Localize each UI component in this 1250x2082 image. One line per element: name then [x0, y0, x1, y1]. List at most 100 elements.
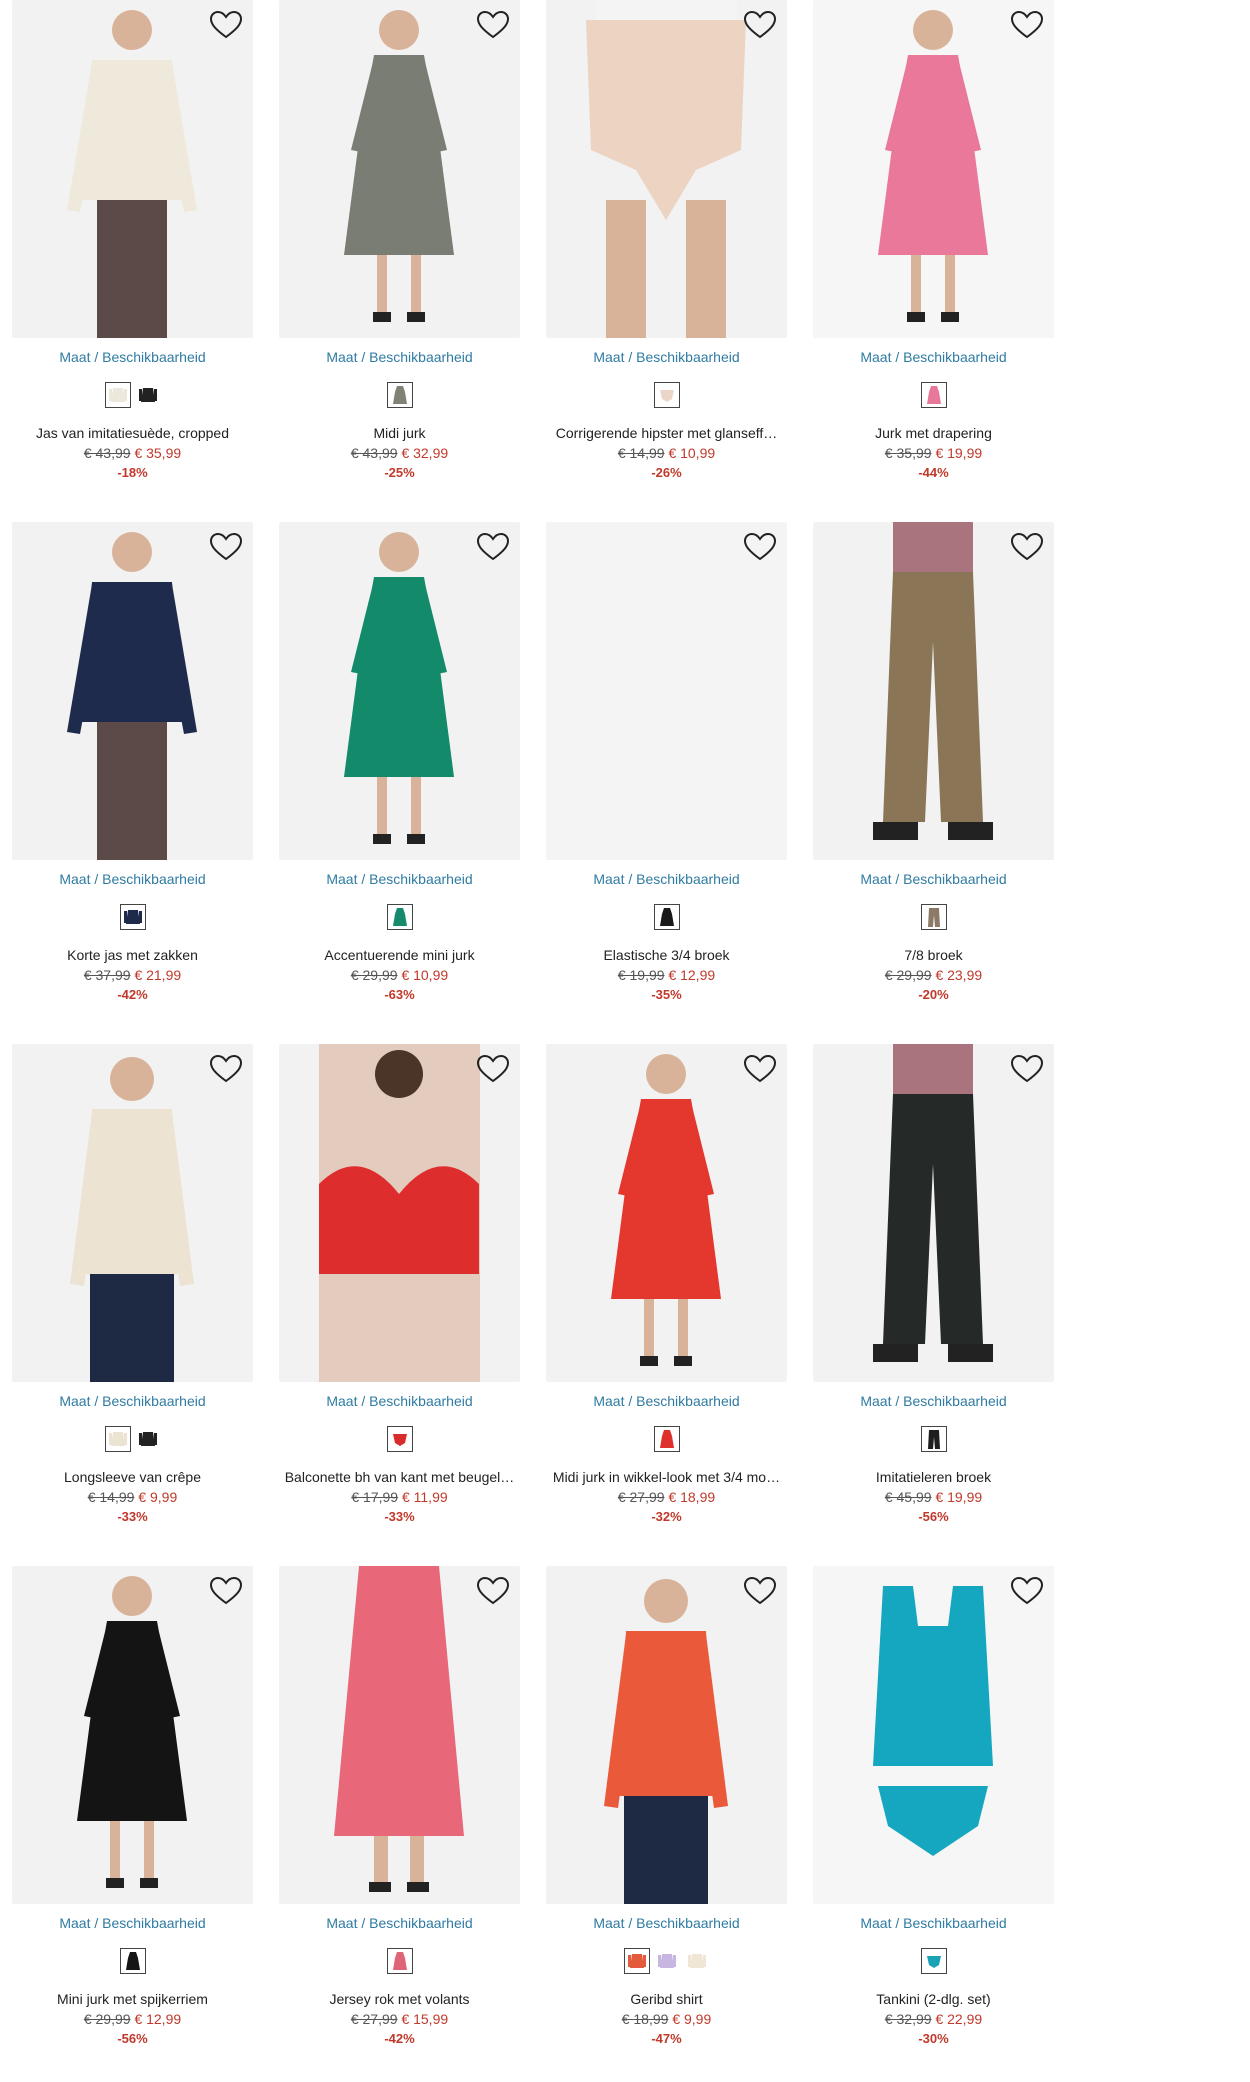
product-image[interactable]	[12, 1044, 253, 1382]
product-image[interactable]	[12, 1566, 253, 1904]
color-swatch[interactable]	[104, 1426, 131, 1452]
product-card[interactable]: Maat / Beschikbaarheid Tankini (2-dlg. se…	[813, 1566, 1054, 2066]
size-availability-link[interactable]: Maat / Beschikbaarheid	[279, 1393, 520, 1409]
color-swatch[interactable]	[920, 1948, 947, 1974]
product-card[interactable]: Maat / Beschikbaarheid Accentuerende mini…	[279, 522, 520, 1022]
product-title[interactable]: Longsleeve van crêpe	[12, 1469, 253, 1485]
color-swatch[interactable]	[134, 382, 161, 408]
product-image[interactable]	[12, 0, 253, 338]
product-card[interactable]: Maat / Beschikbaarheid Korte jas met zakk…	[12, 522, 253, 1022]
product-card[interactable]: Maat / Beschikbaarheid Geribd shirt € 18,9…	[546, 1566, 787, 2066]
product-card[interactable]: Maat / Beschikbaarheid Midi jurk € 43,99 €…	[279, 0, 520, 500]
product-title[interactable]: Mini jurk met spijkerriem	[12, 1991, 253, 2007]
product-image[interactable]	[12, 522, 253, 860]
product-image[interactable]	[279, 1044, 520, 1382]
size-availability-link[interactable]: Maat / Beschikbaarheid	[546, 871, 787, 887]
size-availability-link[interactable]: Maat / Beschikbaarheid	[279, 871, 520, 887]
color-swatch[interactable]	[653, 382, 680, 408]
color-swatch[interactable]	[134, 1426, 161, 1452]
product-title[interactable]: 7/8 broek	[813, 947, 1054, 963]
product-image[interactable]	[279, 1566, 520, 1904]
product-image[interactable]	[546, 0, 787, 338]
wishlist-heart-icon[interactable]	[743, 10, 777, 40]
product-card[interactable]: Maat / Beschikbaarheid Imitatieleren broe…	[813, 1044, 1054, 1544]
size-availability-link[interactable]: Maat / Beschikbaarheid	[546, 1915, 787, 1931]
product-title[interactable]: Jas van imitatiesuède, cropped	[12, 425, 253, 441]
product-title[interactable]: Korte jas met zakken	[12, 947, 253, 963]
product-image[interactable]	[279, 522, 520, 860]
color-swatch[interactable]	[920, 382, 947, 408]
product-title[interactable]: Imitatieleren broek	[813, 1469, 1054, 1485]
color-swatch[interactable]	[920, 1426, 947, 1452]
product-image[interactable]	[279, 0, 520, 338]
size-availability-link[interactable]: Maat / Beschikbaarheid	[12, 349, 253, 365]
wishlist-heart-icon[interactable]	[476, 1576, 510, 1606]
wishlist-heart-icon[interactable]	[209, 10, 243, 40]
color-swatch[interactable]	[653, 904, 680, 930]
color-swatch[interactable]	[653, 1426, 680, 1452]
wishlist-heart-icon[interactable]	[1010, 532, 1044, 562]
product-image[interactable]	[813, 1566, 1054, 1904]
size-availability-link[interactable]: Maat / Beschikbaarheid	[12, 871, 253, 887]
wishlist-heart-icon[interactable]	[476, 1054, 510, 1084]
wishlist-heart-icon[interactable]	[209, 1576, 243, 1606]
size-availability-link[interactable]: Maat / Beschikbaarheid	[12, 1393, 253, 1409]
product-image[interactable]	[546, 1566, 787, 1904]
product-title[interactable]: Balconette bh van kant met beugel…	[279, 1469, 520, 1485]
color-swatch[interactable]	[386, 1948, 413, 1974]
size-availability-link[interactable]: Maat / Beschikbaarheid	[12, 1915, 253, 1931]
size-availability-link[interactable]: Maat / Beschikbaarheid	[279, 349, 520, 365]
product-card[interactable]: Maat / Beschikbaarheid Longsleeve van crê…	[12, 1044, 253, 1544]
color-swatch[interactable]	[386, 904, 413, 930]
product-card[interactable]: Maat / Beschikbaarheid Mini jurk met spij…	[12, 1566, 253, 2066]
color-swatch[interactable]	[683, 1948, 710, 1974]
color-swatch[interactable]	[104, 382, 131, 408]
product-title[interactable]: Corrigerende hipster met glanseff…	[546, 425, 787, 441]
product-image[interactable]	[546, 1044, 787, 1382]
size-availability-link[interactable]: Maat / Beschikbaarheid	[546, 1393, 787, 1409]
size-availability-link[interactable]: Maat / Beschikbaarheid	[279, 1915, 520, 1931]
product-card[interactable]: Maat / Beschikbaarheid Jas van imitatiesu…	[12, 0, 253, 500]
product-image[interactable]	[813, 522, 1054, 860]
size-availability-link[interactable]: Maat / Beschikbaarheid	[813, 1915, 1054, 1931]
wishlist-heart-icon[interactable]	[209, 1054, 243, 1084]
product-card[interactable]: Maat / Beschikbaarheid Jurk met drapering…	[813, 0, 1054, 500]
color-swatch[interactable]	[119, 904, 146, 930]
wishlist-heart-icon[interactable]	[1010, 1054, 1044, 1084]
color-swatch[interactable]	[386, 382, 413, 408]
wishlist-heart-icon[interactable]	[743, 532, 777, 562]
wishlist-heart-icon[interactable]	[476, 532, 510, 562]
product-title[interactable]: Accentuerende mini jurk	[279, 947, 520, 963]
product-image[interactable]	[546, 522, 787, 860]
wishlist-heart-icon[interactable]	[209, 532, 243, 562]
product-card[interactable]: Maat / Beschikbaarheid Corrigerende hipst…	[546, 0, 787, 500]
wishlist-heart-icon[interactable]	[476, 10, 510, 40]
product-title[interactable]: Midi jurk in wikkel-look met 3/4 mo…	[546, 1469, 787, 1485]
product-title[interactable]: Midi jurk	[279, 425, 520, 441]
product-image[interactable]	[813, 0, 1054, 338]
product-card[interactable]: Maat / Beschikbaarheid Elastische 3/4 bro…	[546, 522, 787, 1022]
product-title[interactable]: Geribd shirt	[546, 1991, 787, 2007]
product-card[interactable]: Maat / Beschikbaarheid Balconette bh van …	[279, 1044, 520, 1544]
color-swatch[interactable]	[623, 1948, 650, 1974]
product-card[interactable]: Maat / Beschikbaarheid 7/8 broek € 29,99 €…	[813, 522, 1054, 1022]
product-card[interactable]: Maat / Beschikbaarheid Jersey rok met vol…	[279, 1566, 520, 2066]
wishlist-heart-icon[interactable]	[743, 1576, 777, 1606]
color-swatch[interactable]	[386, 1426, 413, 1452]
product-title[interactable]: Elastische 3/4 broek	[546, 947, 787, 963]
size-availability-link[interactable]: Maat / Beschikbaarheid	[813, 1393, 1054, 1409]
product-image[interactable]	[813, 1044, 1054, 1382]
size-availability-link[interactable]: Maat / Beschikbaarheid	[813, 871, 1054, 887]
product-title[interactable]: Jersey rok met volants	[279, 1991, 520, 2007]
product-card[interactable]: Maat / Beschikbaarheid Midi jurk in wikke…	[546, 1044, 787, 1544]
color-swatch[interactable]	[653, 1948, 680, 1974]
wishlist-heart-icon[interactable]	[743, 1054, 777, 1084]
color-swatch[interactable]	[920, 904, 947, 930]
wishlist-heart-icon[interactable]	[1010, 1576, 1044, 1606]
size-availability-link[interactable]: Maat / Beschikbaarheid	[813, 349, 1054, 365]
color-swatch[interactable]	[119, 1948, 146, 1974]
product-title[interactable]: Jurk met drapering	[813, 425, 1054, 441]
wishlist-heart-icon[interactable]	[1010, 10, 1044, 40]
product-title[interactable]: Tankini (2-dlg. set)	[813, 1991, 1054, 2007]
size-availability-link[interactable]: Maat / Beschikbaarheid	[546, 349, 787, 365]
